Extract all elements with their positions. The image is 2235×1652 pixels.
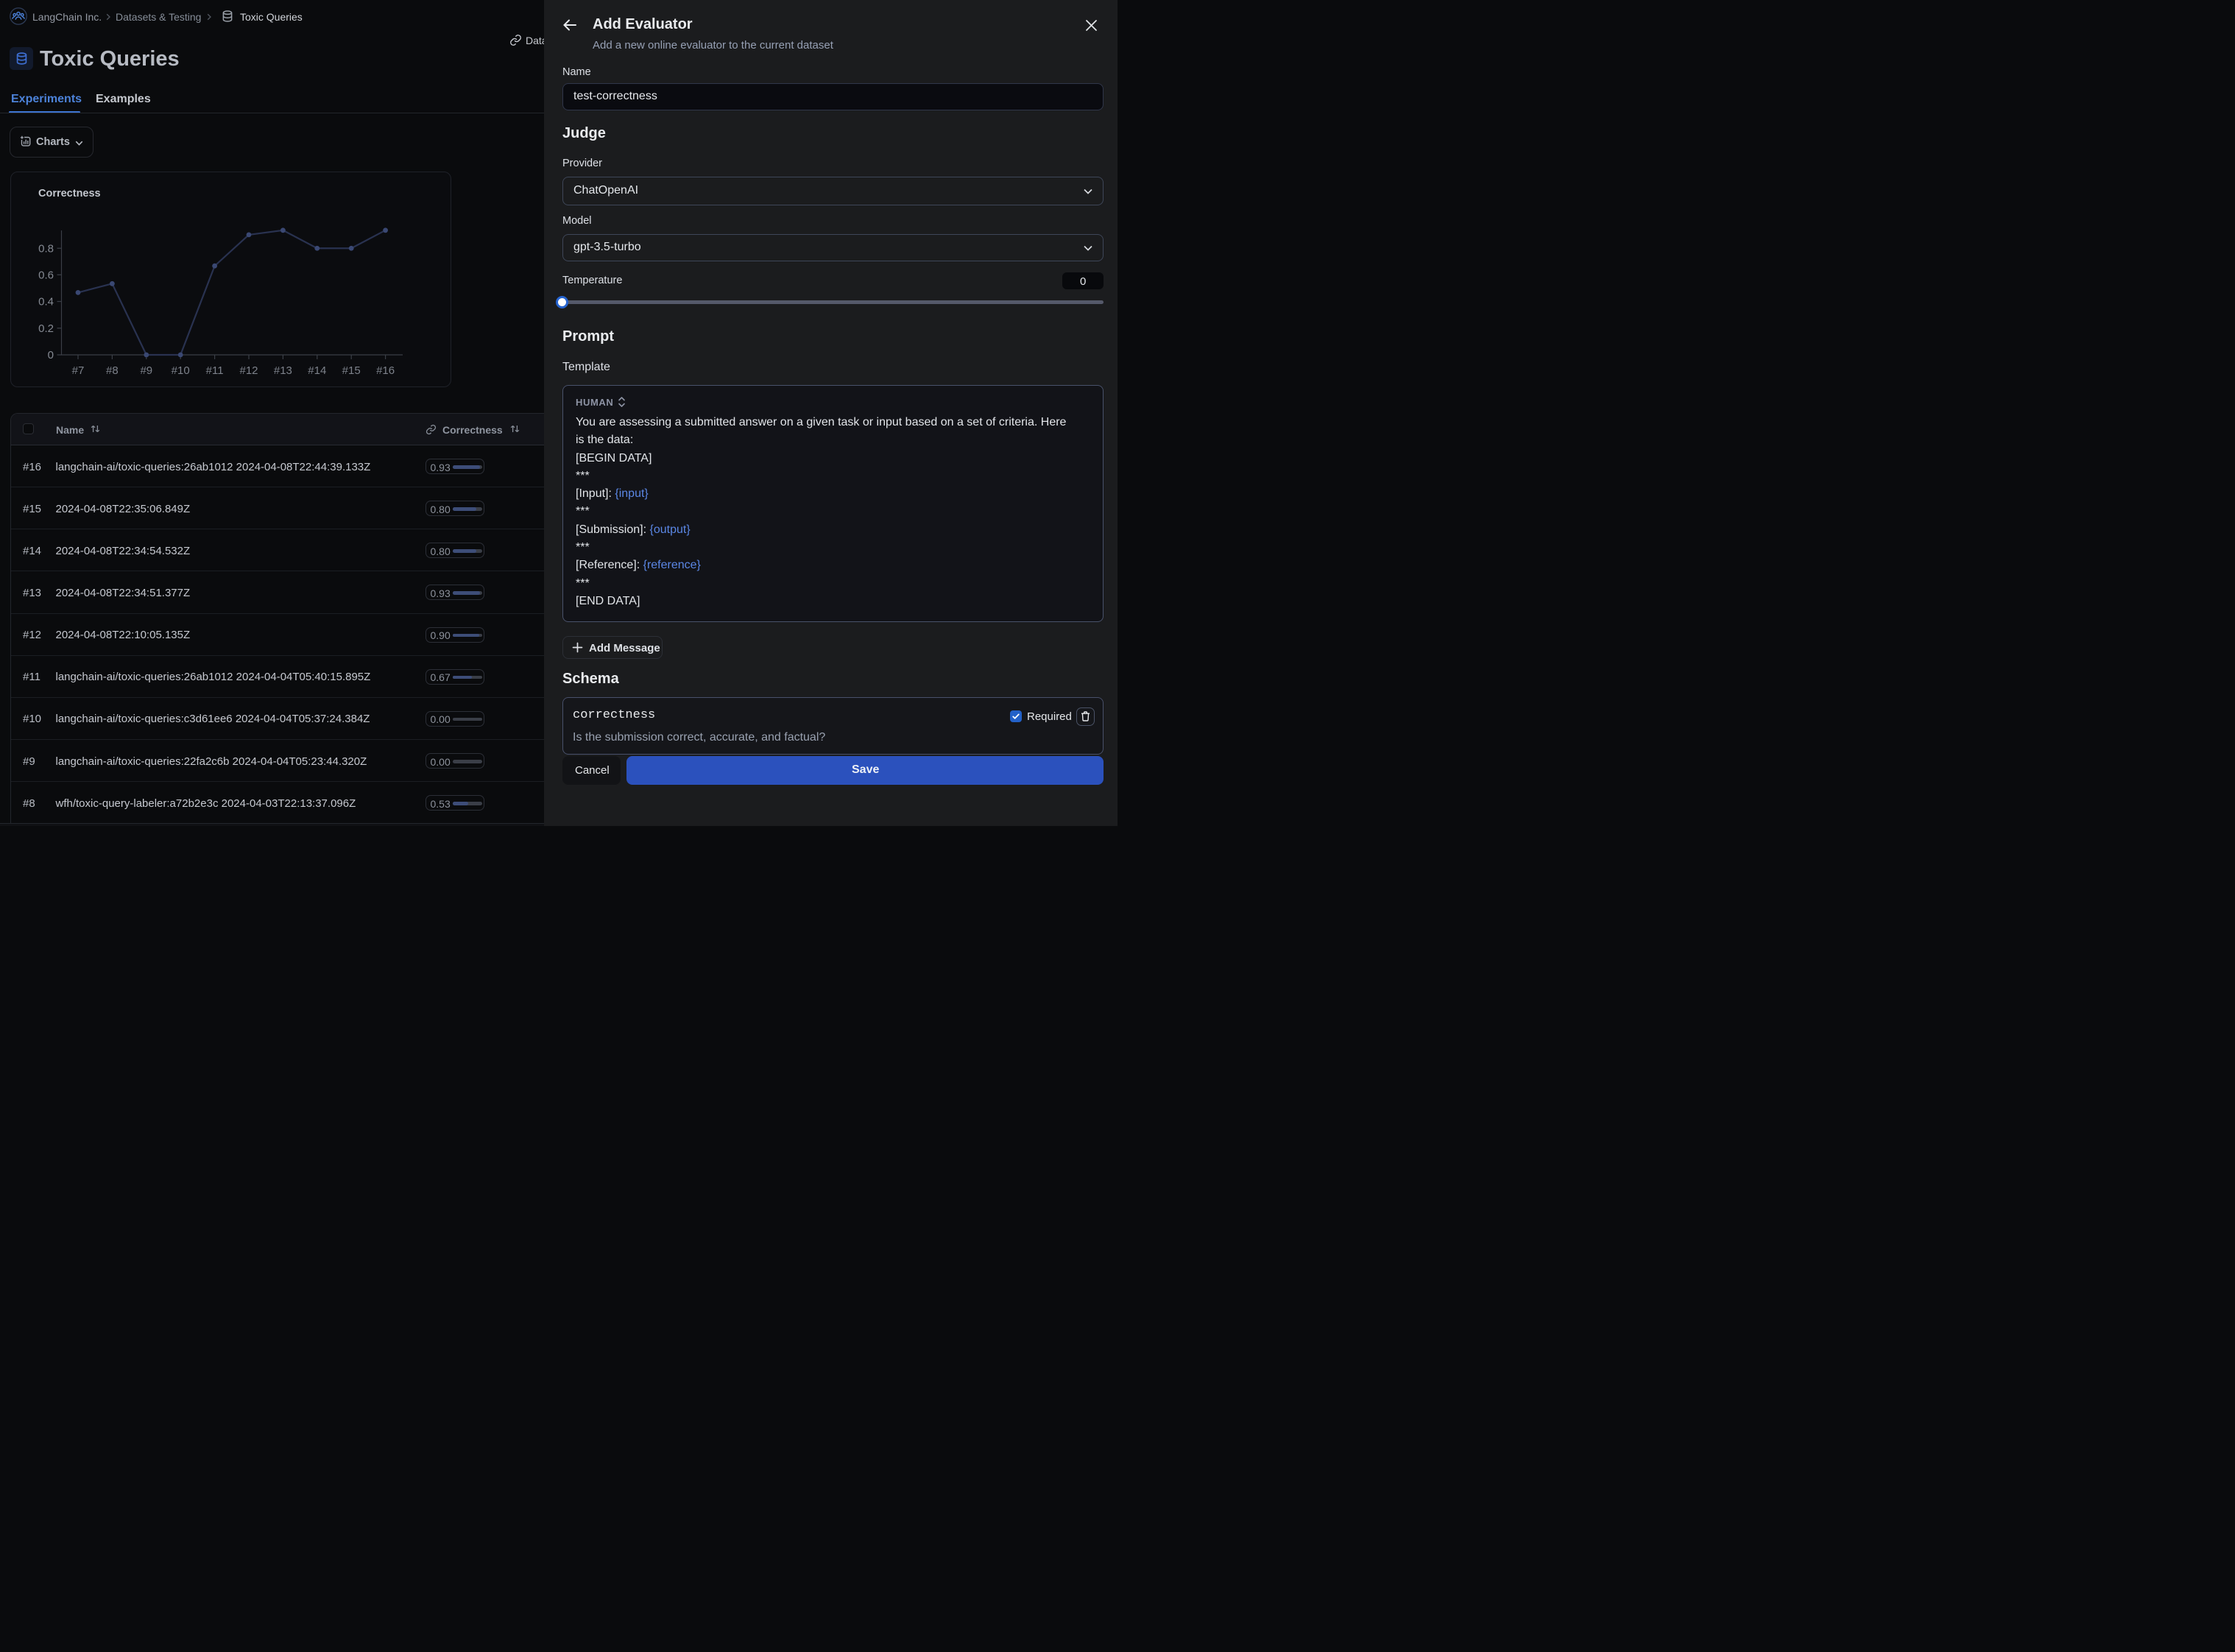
svg-text:#15: #15 [342, 364, 361, 377]
svg-text:#11: #11 [206, 364, 224, 377]
svg-text:0.8: 0.8 [38, 242, 54, 255]
svg-text:#9: #9 [140, 364, 152, 377]
svg-text:#13: #13 [274, 364, 292, 377]
svg-text:0.2: 0.2 [38, 322, 54, 335]
svg-text:#16: #16 [376, 364, 395, 377]
svg-text:#7: #7 [72, 364, 85, 377]
svg-text:0.4: 0.4 [38, 296, 54, 308]
svg-text:0: 0 [48, 349, 54, 361]
svg-text:#10: #10 [172, 364, 190, 377]
svg-text:#8: #8 [106, 364, 119, 377]
svg-text:#14: #14 [308, 364, 326, 377]
svg-text:0.6: 0.6 [38, 269, 54, 281]
svg-text:#12: #12 [239, 364, 258, 377]
